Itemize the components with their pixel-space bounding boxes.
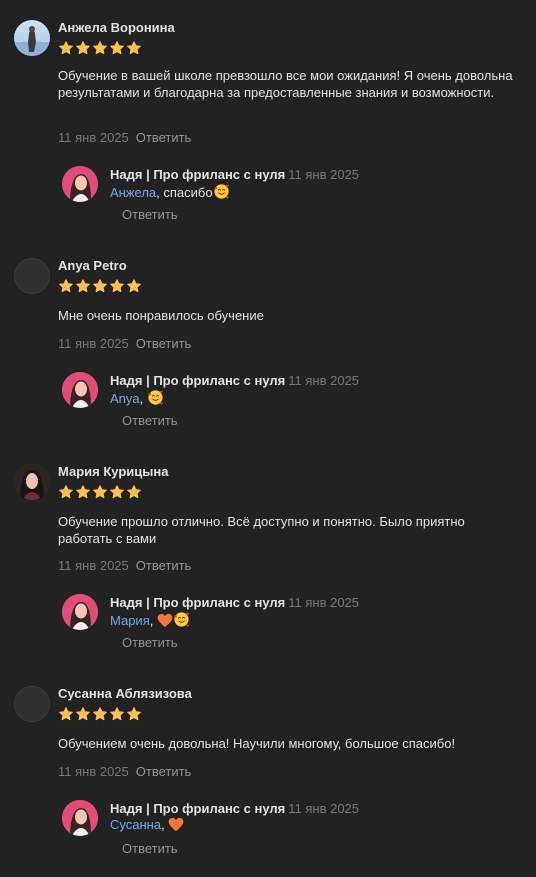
- star-icon: [127, 707, 141, 721]
- star-icon: [110, 279, 124, 293]
- star-icon: [93, 279, 107, 293]
- review-author[interactable]: Сусанна Аблязизова: [58, 686, 192, 702]
- review-text: Обучение в вашей школе превзошло все мои…: [58, 68, 513, 100]
- mention-link[interactable]: Сусанна: [110, 817, 161, 832]
- star-icon: [59, 707, 73, 721]
- answer-header: Надя | Про фриланс с нуля 11 янв 2025: [110, 167, 359, 183]
- mention-link[interactable]: Anya: [110, 391, 140, 406]
- review-text: Мне очень понравилось обучение: [58, 308, 264, 323]
- reviewer-avatar-photo: [14, 464, 50, 500]
- answer-text: Сусанна,: [110, 817, 184, 836]
- answer-avatar-photo: [62, 372, 98, 408]
- star-icon: [93, 485, 107, 499]
- answer-reply-button[interactable]: Ответить: [122, 841, 178, 857]
- reply-button[interactable]: Ответить: [136, 764, 192, 779]
- rating-stars: [58, 484, 142, 500]
- answer-header: Надя | Про фриланс с нуля 11 янв 2025: [110, 595, 359, 611]
- star-icon: [110, 707, 124, 721]
- answer-reply-button[interactable]: Ответить: [122, 413, 178, 429]
- mention-link[interactable]: Анжела: [110, 185, 156, 200]
- star-icon: [93, 707, 107, 721]
- answer-date: 11 янв 2025: [288, 801, 360, 816]
- answer-body: ,: [139, 391, 147, 406]
- review-text: Обучением очень довольна! Научили многом…: [58, 736, 456, 751]
- star-icon: [76, 41, 90, 55]
- reviewer-avatar[interactable]: [14, 686, 50, 722]
- star-icon: [110, 41, 124, 55]
- review-author[interactable]: Мария Курицына: [58, 464, 168, 480]
- answer-avatar[interactable]: [62, 166, 98, 202]
- star-icon: [93, 41, 107, 55]
- review-meta: 11 янв 2025 Ответить: [58, 558, 191, 574]
- smiling-face-with-hearts-icon: [213, 183, 230, 204]
- answer-avatar-photo: [62, 166, 98, 202]
- rating-stars: [58, 706, 142, 722]
- review-date: 11 янв 2025: [58, 558, 129, 573]
- answer-avatar[interactable]: [62, 594, 98, 630]
- star-icon: [110, 485, 124, 499]
- review-meta: 11 янв 2025 Ответить: [58, 764, 191, 780]
- star-icon: [127, 485, 141, 499]
- answer-emojis: [147, 390, 164, 406]
- star-icon: [127, 279, 141, 293]
- answer-avatar[interactable]: [62, 372, 98, 408]
- answer-author[interactable]: Надя | Про фриланс с нуля: [110, 373, 285, 388]
- answer-reply-button[interactable]: Ответить: [122, 635, 178, 651]
- orange-heart-icon: [157, 613, 173, 632]
- answer-date: 11 янв 2025: [288, 373, 360, 388]
- answer-header: Надя | Про фриланс с нуля 11 янв 2025: [110, 373, 359, 389]
- star-icon: [127, 41, 141, 55]
- review-date: 11 янв 2025: [58, 764, 129, 779]
- smiling-face-with-hearts-icon: [173, 611, 190, 632]
- answer-avatar-photo: [62, 800, 98, 836]
- answer-body: , спасибо: [156, 185, 213, 200]
- star-icon: [76, 279, 90, 293]
- star-icon: [76, 485, 90, 499]
- reply-button[interactable]: Ответить: [136, 558, 192, 573]
- reviewer-avatar[interactable]: [14, 20, 50, 56]
- orange-heart-icon: [168, 817, 184, 836]
- answer-text: Anya,: [110, 389, 164, 410]
- star-icon: [59, 279, 73, 293]
- answer-avatar[interactable]: [62, 800, 98, 836]
- reviewer-avatar-photo: [14, 20, 50, 56]
- answer-emojis: [213, 184, 230, 200]
- review-author[interactable]: Анжела Воронина: [58, 20, 175, 36]
- answer-author[interactable]: Надя | Про фриланс с нуля: [110, 167, 285, 182]
- rating-stars: [58, 278, 142, 294]
- reviewer-avatar[interactable]: [14, 258, 50, 294]
- answer-header: Надя | Про фриланс с нуля 11 янв 2025: [110, 801, 359, 817]
- answer-reply-button[interactable]: Ответить: [122, 207, 178, 223]
- reply-button[interactable]: Ответить: [136, 130, 192, 145]
- answer-author[interactable]: Надя | Про фриланс с нуля: [110, 801, 285, 816]
- answer-author[interactable]: Надя | Про фриланс с нуля: [110, 595, 285, 610]
- review-author[interactable]: Anya Petro: [58, 258, 127, 274]
- smiling-face-with-hearts-icon: [147, 389, 164, 410]
- review-meta: 11 янв 2025 Ответить: [58, 130, 191, 146]
- answer-emojis: [168, 817, 184, 832]
- answer-body: ,: [149, 613, 157, 628]
- rating-stars: [58, 40, 142, 56]
- answer-emojis: [157, 612, 190, 628]
- answer-date: 11 янв 2025: [288, 595, 360, 610]
- review-meta: 11 янв 2025 Ответить: [58, 336, 191, 352]
- answer-text: Мария,: [110, 611, 190, 632]
- answer-avatar-photo: [62, 594, 98, 630]
- star-icon: [76, 707, 90, 721]
- answer-text: Анжела, спасибо: [110, 183, 230, 204]
- review-date: 11 янв 2025: [58, 130, 129, 145]
- reply-button[interactable]: Ответить: [136, 336, 192, 351]
- star-icon: [59, 41, 73, 55]
- answer-date: 11 янв 2025: [288, 167, 360, 182]
- reviewer-avatar[interactable]: [14, 464, 50, 500]
- mention-link[interactable]: Мария: [110, 613, 150, 628]
- review-text: Обучение прошло отлично. Всё доступно и …: [58, 514, 465, 546]
- review-date: 11 янв 2025: [58, 336, 129, 351]
- star-icon: [59, 485, 73, 499]
